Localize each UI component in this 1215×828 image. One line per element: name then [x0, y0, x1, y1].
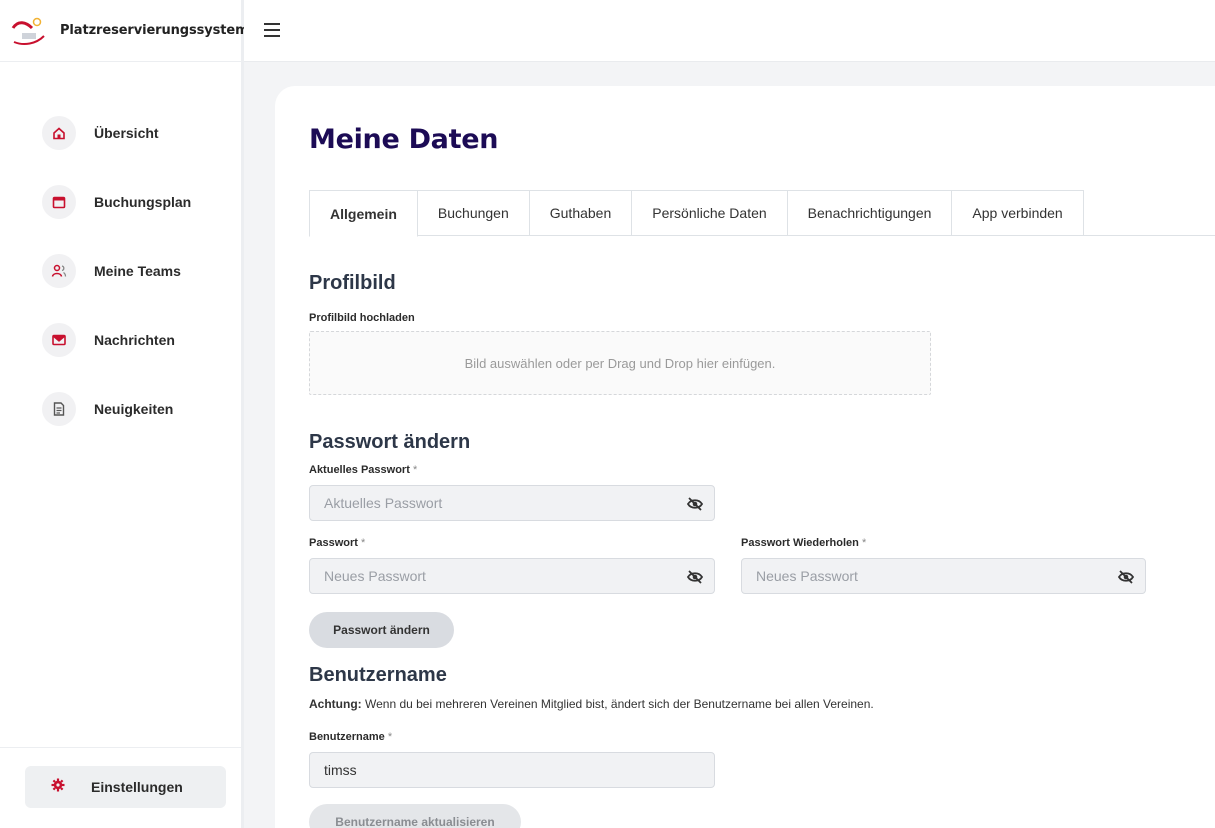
- sidebar-item-label: Meine Teams: [94, 262, 181, 279]
- tab-guthaben[interactable]: Guthaben: [529, 190, 633, 236]
- username-label: Benutzername *: [309, 731, 393, 743]
- eye-slash-icon[interactable]: [1117, 568, 1135, 586]
- current-password-label: Aktuelles Passwort *: [309, 464, 418, 476]
- sidebar-item-label: Nachrichten: [94, 331, 175, 348]
- brand-header[interactable]: Platzreservierungssystem: [0, 0, 249, 62]
- tab-app-verbinden[interactable]: App verbinden: [952, 190, 1084, 236]
- tab-benachrichtigungen[interactable]: Benachrichtigungen: [787, 190, 953, 236]
- mail-icon: [42, 322, 76, 357]
- password-section-title: Passwort ändern: [309, 431, 471, 453]
- update-username-button[interactable]: Benutzername aktualisieren: [309, 804, 521, 828]
- menu-icon[interactable]: [264, 23, 280, 37]
- profile-section-title: Profilbild: [309, 272, 396, 294]
- sidebar-footer: Einstellungen: [0, 747, 241, 808]
- app-title: Platzreservierungssystem: [60, 23, 249, 38]
- tab-allgemein[interactable]: Allgemein: [309, 190, 418, 237]
- dropzone-text: Bild auswählen oder per Drag und Drop hi…: [464, 355, 776, 371]
- document-icon: [42, 391, 76, 426]
- change-password-button[interactable]: Passwort ändern: [309, 612, 454, 648]
- home-icon: [42, 115, 76, 150]
- username-section-title: Benutzername: [309, 664, 447, 686]
- new-password-label: Passwort *: [309, 537, 366, 549]
- current-password-field[interactable]: Aktuelles Passwort: [309, 485, 715, 521]
- tab-buchungen[interactable]: Buchungen: [417, 190, 530, 236]
- image-dropzone[interactable]: Bild auswählen oder per Drag und Drop hi…: [309, 331, 931, 395]
- sidebar-item-label: Neuigkeiten: [94, 400, 174, 417]
- sidebar-item-label: Übersicht: [94, 124, 159, 141]
- gear-icon: [51, 778, 65, 797]
- tab-persoenliche-daten[interactable]: Persönliche Daten: [632, 190, 788, 236]
- main-content: Meine Daten Allgemein Buchungen Guthaben…: [275, 86, 1215, 828]
- page-title: Meine Daten: [309, 124, 499, 155]
- sidebar-item-neuigkeiten[interactable]: Neuigkeiten: [0, 374, 241, 443]
- eye-slash-icon[interactable]: [686, 568, 704, 586]
- sidebar-item-nachrichten[interactable]: Nachrichten: [0, 305, 241, 374]
- username-warning: Achtung: Wenn du bei mehreren Vereinen M…: [309, 697, 874, 711]
- eye-slash-icon[interactable]: [686, 495, 704, 513]
- sidebar-item-meine-teams[interactable]: Meine Teams: [0, 236, 241, 305]
- username-value: timss: [324, 762, 357, 778]
- club-logo: [10, 16, 48, 46]
- repeat-password-field[interactable]: Neues Passwort: [741, 558, 1146, 594]
- tab-bar: Allgemein Buchungen Guthaben Persönliche…: [309, 190, 1215, 237]
- username-field[interactable]: timss: [309, 752, 715, 788]
- repeat-password-placeholder: Neues Passwort: [756, 568, 858, 584]
- calendar-icon: [42, 184, 76, 219]
- current-password-placeholder: Aktuelles Passwort: [324, 495, 443, 511]
- users-icon: [42, 253, 76, 288]
- sidebar-item-label: Einstellungen: [91, 779, 183, 795]
- topbar: [244, 0, 1215, 62]
- new-password-placeholder: Neues Passwort: [324, 568, 426, 584]
- sidebar-nav: Übersicht Buchungsplan Meine Teams Nachr…: [0, 62, 241, 443]
- sidebar: Platzreservierungssystem Übersicht Buchu…: [0, 0, 249, 828]
- upload-label: Profilbild hochladen: [309, 312, 415, 324]
- new-password-field[interactable]: Neues Passwort: [309, 558, 715, 594]
- sidebar-item-label: Buchungsplan: [94, 193, 192, 210]
- sidebar-item-buchungsplan[interactable]: Buchungsplan: [0, 167, 241, 236]
- repeat-password-label: Passwort Wiederholen *: [741, 537, 867, 549]
- sidebar-item-einstellungen[interactable]: Einstellungen: [25, 766, 226, 808]
- sidebar-item-uebersicht[interactable]: Übersicht: [0, 98, 241, 167]
